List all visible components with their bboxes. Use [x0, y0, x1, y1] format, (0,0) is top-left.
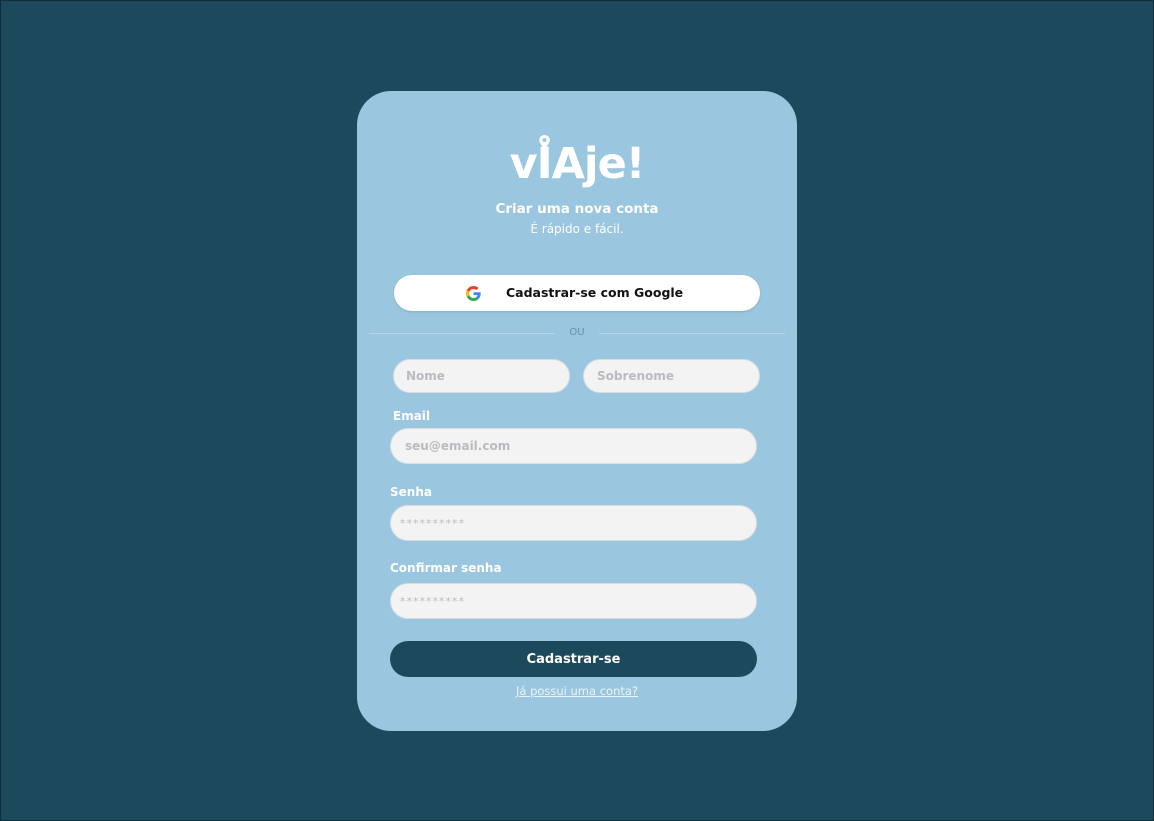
last-name-input[interactable]: [583, 359, 760, 393]
password-input[interactable]: [390, 505, 757, 541]
login-link[interactable]: Já possui uma conta?: [516, 684, 638, 698]
first-name-input[interactable]: [393, 359, 570, 393]
logo-text-end: Aje!: [551, 139, 646, 189]
page-subtitle: Criar uma nova conta: [495, 201, 659, 217]
email-input[interactable]: [390, 428, 757, 464]
signup-card: v IAje! Criar uma nova conta É rápido e f…: [357, 91, 797, 731]
app-logo: v IAje!: [357, 135, 797, 189]
logo-pin-letter: I: [537, 135, 553, 189]
divider-line-right: [599, 333, 785, 334]
location-pin-icon: [539, 135, 550, 149]
confirm-password-input[interactable]: [390, 583, 757, 619]
confirm-password-label: Confirmar senha: [390, 561, 502, 575]
logo-text-start: v: [509, 139, 538, 189]
password-label: Senha: [390, 485, 432, 499]
page-tagline: É rápido e fácil.: [530, 222, 624, 236]
google-signup-label: Cadastrar-se com Google: [506, 285, 684, 300]
login-link-container: Já possui uma conta?: [357, 684, 797, 698]
email-label: Email: [393, 409, 431, 423]
signup-submit-button[interactable]: Cadastrar-se: [390, 641, 757, 677]
google-signup-button[interactable]: Cadastrar-se com Google: [394, 275, 760, 311]
or-divider: OU: [369, 327, 785, 341]
google-icon: [466, 286, 481, 301]
